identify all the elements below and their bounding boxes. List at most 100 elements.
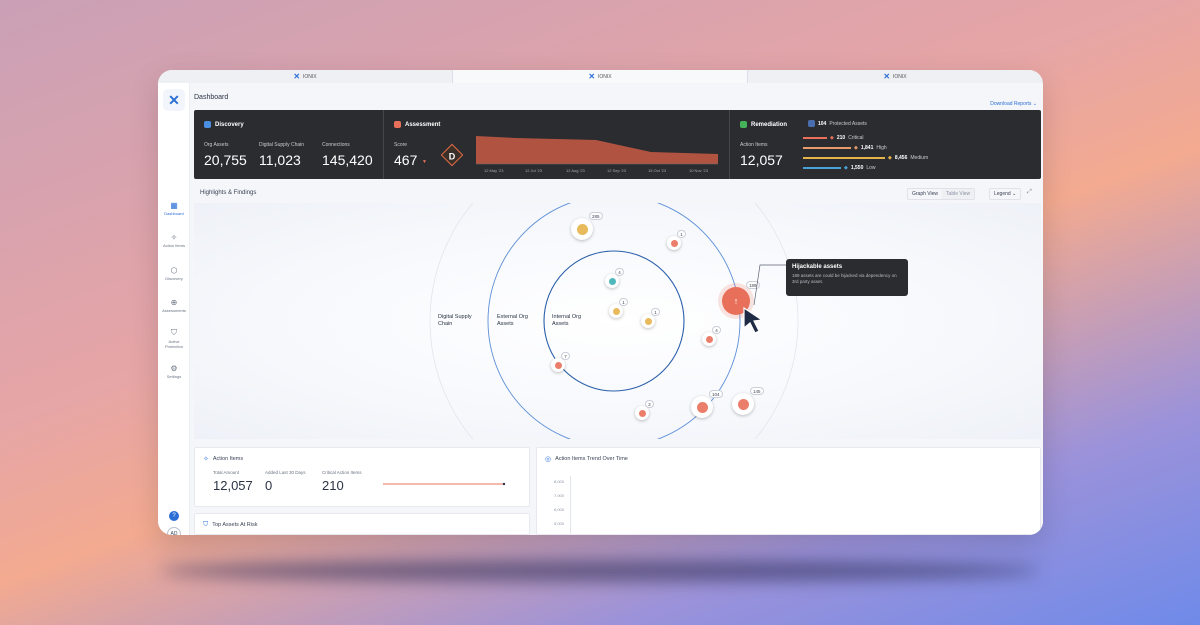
finding-node-icon bbox=[608, 277, 616, 285]
shield-icon: ⛉ bbox=[171, 328, 177, 337]
action-items-trend-card[interactable]: ◎ Action Items Trend Over Time 8,000 7,0… bbox=[536, 447, 1041, 535]
card-title-text: Action Items Trend Over Time bbox=[555, 456, 628, 462]
sidebar-item-active-protection[interactable]: ⛉ Active Protection bbox=[158, 328, 190, 349]
finding-node-icon bbox=[705, 335, 713, 343]
severity-bar bbox=[803, 147, 851, 149]
finding-node-icon bbox=[638, 409, 646, 417]
finding-node-icon bbox=[670, 239, 678, 247]
finding-node-count: 4 bbox=[615, 268, 624, 276]
finding-node-count: 1 bbox=[677, 230, 686, 238]
finding-node-count: 4 bbox=[712, 326, 721, 334]
highlights-header: Highlights & Findings Graph View Table V… bbox=[194, 185, 1041, 203]
sidebar-item-settings[interactable]: ⚙ Settings bbox=[158, 364, 190, 379]
metric-label: Org Assets bbox=[204, 142, 229, 148]
severity-label: High bbox=[876, 145, 887, 151]
discovery-icon bbox=[204, 121, 211, 128]
metric-value: 12,057 bbox=[213, 478, 253, 493]
y-axis-tick: 6,000 bbox=[554, 507, 565, 512]
finding-node-icon bbox=[644, 317, 652, 325]
mouse-cursor-icon bbox=[743, 306, 764, 334]
finding-node[interactable] bbox=[571, 218, 593, 240]
severity-medium: ◆ 8,456 Medium bbox=[803, 155, 928, 161]
sidebar-item-assessments[interactable]: ⊕ Assessments bbox=[158, 298, 190, 313]
grid-icon: ▦ bbox=[170, 201, 178, 210]
finding-node[interactable] bbox=[732, 393, 754, 415]
diamond-icon: ◆ bbox=[888, 155, 892, 161]
assessment-panel[interactable]: Assessment Score 467 ▼ D 12 May '23 12 J… bbox=[384, 110, 730, 179]
top-assets-card[interactable]: ⛉ Top Assets At Risk bbox=[194, 513, 530, 535]
sidebar-item-discovery[interactable]: ⬡ Discovery bbox=[158, 266, 190, 281]
severity-count: 1,841 bbox=[860, 145, 874, 151]
findings-rings bbox=[429, 203, 799, 439]
severity-label: Critical bbox=[848, 135, 864, 141]
diamond-icon: ◆ bbox=[830, 135, 834, 141]
protected-icon bbox=[808, 120, 815, 127]
sidebar-item-dashboard[interactable]: ▦ Dashboard bbox=[158, 201, 190, 216]
action-items-card[interactable]: ✧ Action Items Total Amount 12,057 Added… bbox=[194, 447, 530, 507]
finding-node[interactable] bbox=[691, 396, 713, 418]
trend-down-icon: ▼ bbox=[422, 159, 427, 165]
tab-label: IONIX bbox=[598, 73, 612, 80]
app-logo[interactable]: ✕ bbox=[163, 89, 185, 111]
protected-assets: 104 Protected Assets bbox=[808, 120, 867, 127]
finding-node[interactable] bbox=[635, 406, 649, 420]
browser-tab[interactable]: ✕ IONIX bbox=[158, 70, 453, 83]
y-axis-tick: 5,000 bbox=[554, 521, 565, 526]
severity-bar bbox=[803, 157, 885, 159]
finding-node[interactable] bbox=[609, 304, 623, 318]
severity-critical: ◆ 210 Critical bbox=[803, 135, 863, 141]
remediation-panel[interactable]: Remediation Action Items 12,057 104 Prot… bbox=[730, 110, 1041, 179]
help-button[interactable]: ? bbox=[169, 511, 179, 521]
action-items-value: 12,057 bbox=[740, 152, 783, 168]
highlights-title: Highlights & Findings bbox=[200, 190, 257, 196]
sidebar-item-label: Discovery bbox=[165, 276, 183, 281]
finding-node-icon bbox=[576, 223, 588, 235]
metric-value: 0 bbox=[265, 478, 273, 493]
metric-value: 210 bbox=[322, 478, 344, 493]
remediation-title-text: Remediation bbox=[751, 121, 788, 128]
assessment-title: Assessment bbox=[394, 121, 440, 128]
findings-graph: Digital Supply Chain External Org Assets… bbox=[194, 203, 1041, 439]
axis-tick: 12 Aug '23 bbox=[566, 168, 585, 173]
metric-label: Critical Action Items bbox=[322, 470, 362, 475]
finding-node-icon bbox=[737, 398, 749, 410]
table-view-button[interactable]: Table View bbox=[942, 189, 975, 199]
finding-node[interactable] bbox=[551, 358, 565, 372]
finding-node[interactable] bbox=[702, 332, 716, 346]
axis-tick: 10 Nov '23 bbox=[689, 168, 708, 173]
legend-dropdown[interactable]: Legend ⌄ bbox=[989, 188, 1022, 200]
sidebar-item-action-items[interactable]: ✧ Action Items bbox=[158, 233, 190, 248]
metric-value: 11,023 bbox=[259, 152, 301, 168]
sparkle-icon: ✧ bbox=[170, 233, 178, 242]
action-items-label: Action Items bbox=[740, 142, 768, 148]
card-title-text: Action Items bbox=[212, 456, 244, 462]
diamond-icon: ◆ bbox=[854, 145, 858, 151]
graph-view-button[interactable]: Graph View bbox=[908, 189, 942, 199]
avatar[interactable]: AD bbox=[167, 527, 181, 535]
download-reports-button[interactable]: Download Reports ⌄ bbox=[990, 101, 1037, 107]
sidebar-item-label: Dashboard bbox=[164, 211, 184, 216]
finding-node-icon bbox=[696, 401, 708, 413]
window-shadow bbox=[160, 560, 1040, 582]
y-axis-tick: 8,000 bbox=[554, 479, 565, 484]
ionix-logo-icon: ✕ bbox=[293, 72, 301, 81]
metric-label: Digital Supply Chain bbox=[259, 142, 305, 148]
card-title: ✧ Action Items bbox=[203, 455, 243, 463]
finding-node[interactable] bbox=[605, 274, 619, 288]
discovery-panel[interactable]: Discovery Org Assets 20,755 Digital Supp… bbox=[194, 110, 384, 179]
gear-icon: ⚙ bbox=[170, 364, 178, 373]
finding-node[interactable] bbox=[641, 314, 655, 328]
axis-tick: 12 May '23 bbox=[484, 168, 504, 173]
axis-tick: 12 Sep '23 bbox=[607, 168, 627, 173]
browser-tab[interactable]: ✕ IONIX bbox=[748, 70, 1043, 83]
finding-node[interactable] bbox=[667, 236, 681, 250]
expand-icon[interactable]: ⤢ bbox=[1027, 189, 1032, 196]
severity-label: Low bbox=[866, 165, 876, 171]
card-title: ◎ Action Items Trend Over Time bbox=[545, 455, 628, 463]
severity-count: 1,550 bbox=[850, 165, 864, 171]
browser-tab[interactable]: ✕ IONIX bbox=[453, 70, 748, 83]
metric-label: Added Last 30 Days bbox=[265, 470, 306, 475]
severity-bar bbox=[803, 167, 841, 169]
ring-label-supply-chain: Digital Supply Chain bbox=[438, 314, 472, 327]
view-toggle: Graph View Table View bbox=[907, 188, 976, 200]
